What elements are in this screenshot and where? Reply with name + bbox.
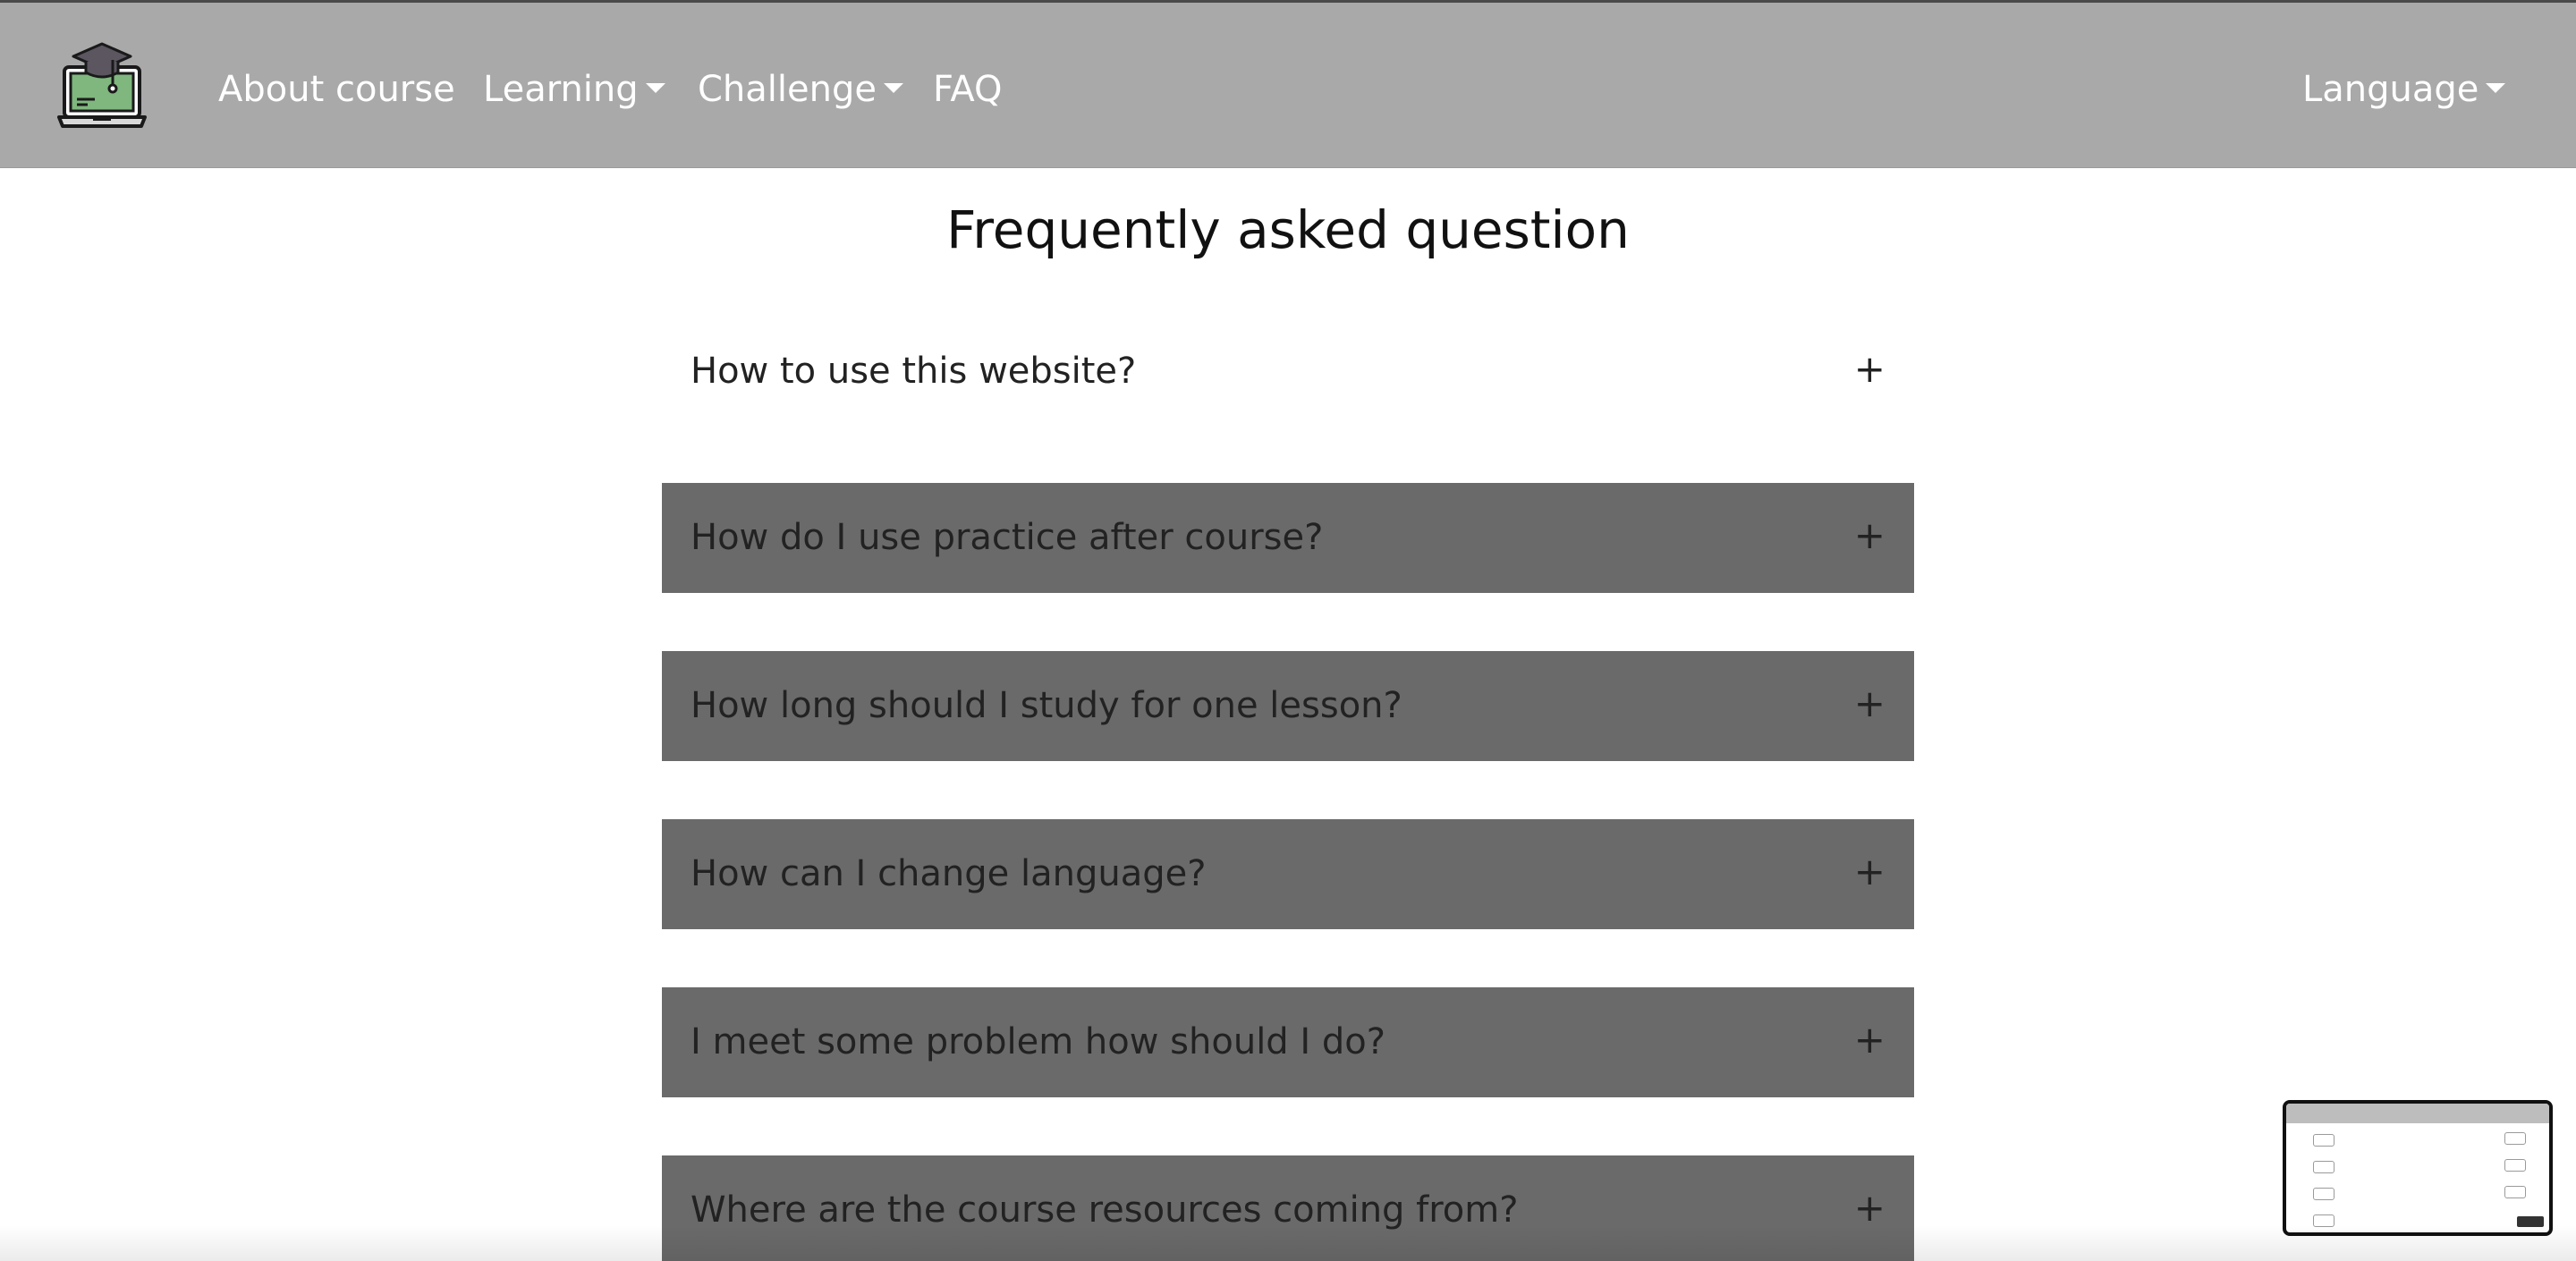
caret-down-icon — [883, 82, 903, 93]
nav-link-faq[interactable]: FAQ — [933, 67, 1002, 112]
faq-question: I meet some problem how should I do? — [691, 1021, 1386, 1062]
nav-dropdown-challenge[interactable]: Challenge — [698, 67, 903, 112]
nav-link-label: FAQ — [933, 69, 1003, 110]
plus-icon: + — [1853, 1018, 1885, 1062]
caret-down-icon — [2486, 82, 2506, 93]
thumbnail-navbar — [2286, 1104, 2549, 1123]
page-preview-thumbnail[interactable] — [2283, 1100, 2553, 1236]
thumbnail-box — [2313, 1134, 2334, 1147]
faq-question: How do I use practice after course? — [691, 517, 1324, 558]
thumbnail-box — [2504, 1132, 2526, 1145]
top-navbar: About course Learning Challenge FAQ Lang… — [0, 3, 2576, 168]
nav-link-label: About course — [218, 69, 455, 110]
nav-link-label: Challenge — [698, 69, 877, 110]
thumbnail-box — [2504, 1159, 2526, 1172]
faq-item[interactable]: How to use this website? + — [662, 317, 1914, 427]
faq-item[interactable]: I meet some problem how should I do? + — [662, 987, 1914, 1097]
caret-down-icon — [645, 82, 665, 93]
logo[interactable] — [55, 40, 148, 133]
thumbnail-box — [2313, 1188, 2334, 1200]
plus-icon: + — [1853, 850, 1885, 893]
faq-question: How to use this website? — [691, 351, 1137, 392]
plus-icon: + — [1853, 347, 1885, 391]
faq-question: How can I change language? — [691, 853, 1207, 894]
thumbnail-controls[interactable] — [2517, 1216, 2544, 1227]
nav-dropdown-learning[interactable]: Learning — [483, 67, 665, 112]
faq-item[interactable]: How can I change language? + — [662, 819, 1914, 929]
thumbnail-box — [2504, 1186, 2526, 1198]
faq-question: Where are the course resources coming fr… — [691, 1189, 1519, 1231]
thumbnail-box — [2313, 1161, 2334, 1173]
plus-icon: + — [1853, 513, 1885, 557]
faq-item[interactable]: How do I use practice after course? + — [662, 483, 1914, 593]
language-label: Language — [2302, 69, 2479, 110]
plus-icon: + — [1853, 1186, 1885, 1230]
page-title: Frequently asked question — [946, 199, 1630, 260]
language-dropdown[interactable]: Language — [2302, 67, 2506, 112]
faq-item[interactable]: Where are the course resources coming fr… — [662, 1155, 1914, 1261]
laptop-graduation-cap-icon — [57, 42, 147, 128]
thumbnail-box — [2313, 1214, 2334, 1227]
nav-link-about-course[interactable]: About course — [218, 67, 455, 112]
faq-question: How long should I study for one lesson? — [691, 685, 1402, 726]
plus-icon: + — [1853, 681, 1885, 725]
nav-link-label: Learning — [483, 69, 639, 110]
faq-item[interactable]: How long should I study for one lesson? … — [662, 651, 1914, 761]
